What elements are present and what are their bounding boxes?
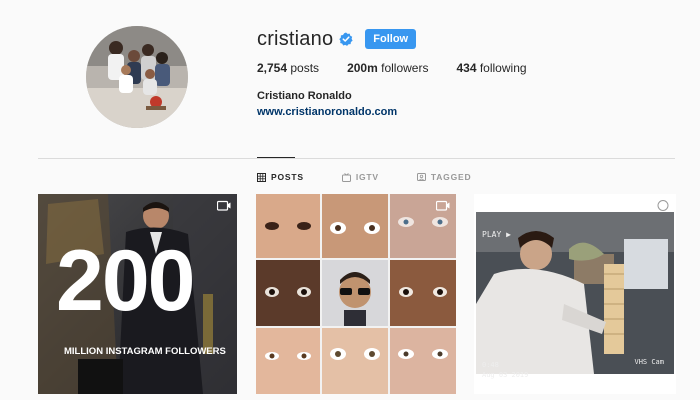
tab-tagged[interactable]: TAGGED xyxy=(416,172,472,182)
following-label: following xyxy=(479,61,527,75)
vhs-timestamp: 0:48 Aug 03 2019 xyxy=(482,360,528,380)
following-stat[interactable]: 434 following xyxy=(456,61,526,75)
posts-count: 2,754 xyxy=(257,61,288,75)
tagged-icon xyxy=(416,172,426,182)
vhs-time: 0:48 xyxy=(482,361,499,369)
tab-tagged-label: TAGGED xyxy=(430,172,472,182)
full-name: Cristiano Ronaldo xyxy=(257,90,352,102)
vhs-date-text: Aug 03 2019 xyxy=(482,371,529,379)
grid-icon xyxy=(257,172,266,182)
active-tab-indicator xyxy=(257,157,295,158)
igtv-icon xyxy=(656,200,670,211)
followers-label: followers xyxy=(381,61,429,75)
followers-count: 200m xyxy=(347,61,378,75)
posts-label: posts xyxy=(290,61,320,75)
follow-button[interactable]: Follow xyxy=(365,29,417,49)
tab-posts[interactable]: POSTS xyxy=(257,172,304,182)
post-200-text: 200 xyxy=(56,233,195,329)
username-row: cristiano Follow xyxy=(257,26,417,52)
family-photo-image xyxy=(86,26,188,128)
profile-stats: 2,754 posts 200m followers 434 following xyxy=(257,61,555,75)
tab-igtv-label: IGTV xyxy=(355,172,379,182)
vhs-play-label: PLAY ▶ xyxy=(482,230,511,239)
profile-page: cristiano Follow 2,754 posts 200m follow… xyxy=(0,0,700,400)
tab-igtv[interactable]: IGTV xyxy=(341,172,379,182)
post-vhs-video[interactable]: PLAY ▶ 0:48 Aug 03 2019 VHS Cam xyxy=(474,194,676,394)
post-200-million[interactable]: 200 MILLION INSTAGRAM FOLLOWERS xyxy=(38,194,237,394)
divider xyxy=(38,158,675,159)
tab-posts-label: POSTS xyxy=(271,172,304,182)
posts-stat: 2,754 posts xyxy=(257,61,319,75)
verified-badge-icon xyxy=(339,32,353,46)
following-count: 434 xyxy=(456,61,477,75)
vhs-cam-label: VHS Cam xyxy=(634,358,664,366)
faces-collage-image xyxy=(256,194,456,394)
followers-stat[interactable]: 200m followers xyxy=(347,61,428,75)
profile-avatar[interactable] xyxy=(86,26,188,128)
website-link[interactable]: www.cristianoronaldo.com xyxy=(257,106,397,118)
username: cristiano xyxy=(257,27,334,50)
profile-tabs: POSTS IGTV TAGGED xyxy=(257,172,509,182)
igtv-icon xyxy=(436,200,450,211)
post-followers-caption: MILLION INSTAGRAM FOLLOWERS xyxy=(64,346,226,357)
igtv-icon xyxy=(341,172,351,182)
post-faces-grid[interactable] xyxy=(256,194,456,394)
igtv-icon xyxy=(217,200,231,211)
